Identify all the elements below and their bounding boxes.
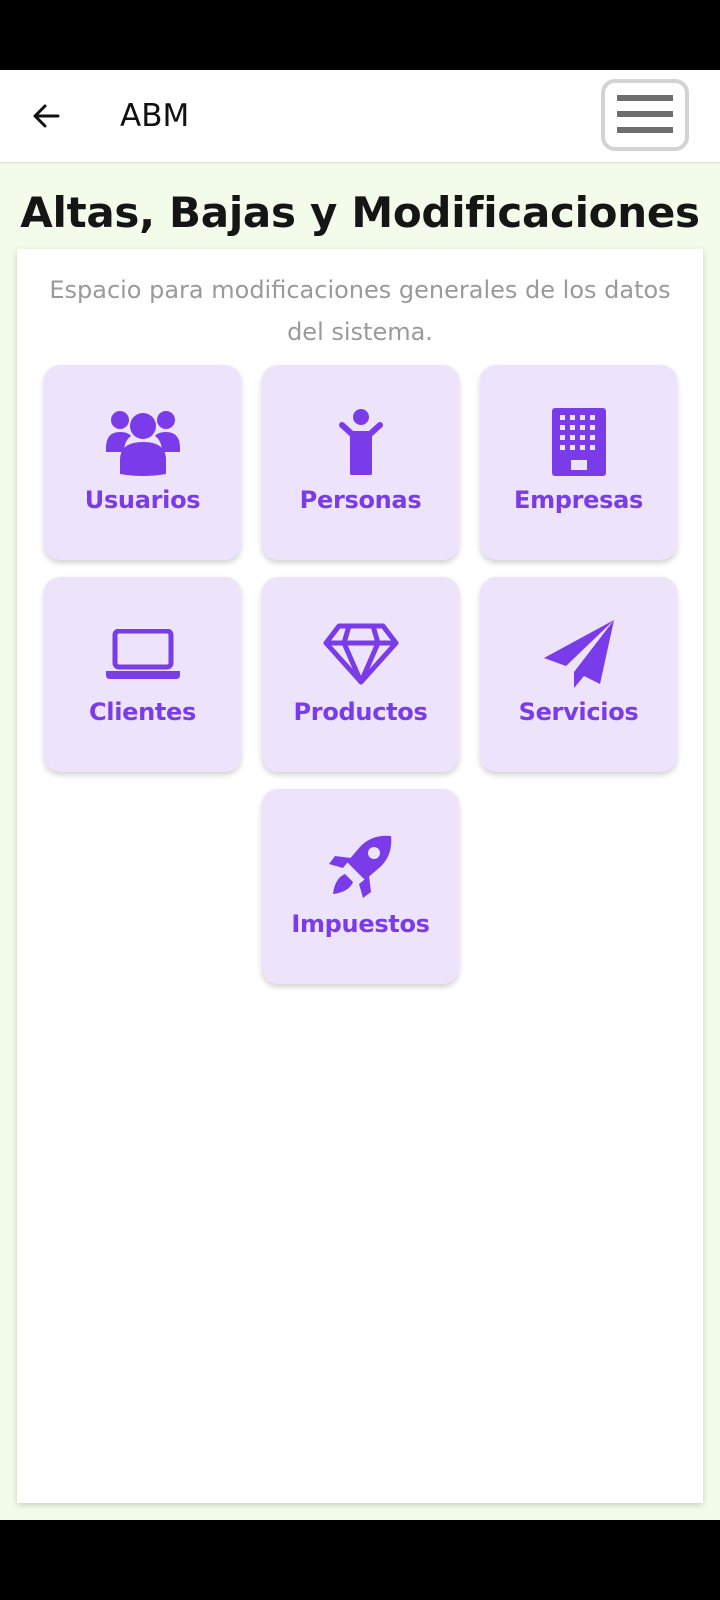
tile-usuarios[interactable]: Usuarios bbox=[44, 365, 241, 560]
page-title: Altas, Bajas y Modificaciones bbox=[20, 188, 700, 237]
app-bar: ABM bbox=[0, 70, 720, 162]
tile-empresas[interactable]: Empresas bbox=[480, 365, 677, 560]
building-icon bbox=[551, 408, 606, 476]
laptop-icon bbox=[105, 629, 180, 679]
person-icon bbox=[338, 409, 383, 475]
tile-label: Usuarios bbox=[84, 486, 201, 514]
abm-panel: Espacio para modificaciones generales de… bbox=[17, 249, 703, 1503]
users-icon bbox=[105, 411, 180, 476]
tile-personas[interactable]: Personas bbox=[262, 365, 459, 560]
tile-label: Productos bbox=[293, 698, 428, 726]
tile-productos[interactable]: Productos bbox=[262, 577, 459, 772]
tile-servicios[interactable]: Servicios bbox=[480, 577, 677, 772]
tile-label: Personas bbox=[299, 486, 422, 514]
status-bar bbox=[0, 0, 720, 70]
panel-description: Espacio para modificaciones generales de… bbox=[49, 276, 671, 346]
paper-plane-icon bbox=[543, 620, 614, 688]
tile-label: Clientes bbox=[88, 698, 197, 726]
tile-clientes[interactable]: Clientes bbox=[44, 577, 241, 772]
hamburger-menu-icon bbox=[617, 95, 673, 133]
menu-button[interactable] bbox=[601, 79, 689, 151]
diamond-icon bbox=[323, 623, 398, 685]
rocket-icon bbox=[328, 835, 391, 898]
tile-label: Servicios bbox=[518, 698, 639, 726]
app-title: ABM bbox=[120, 98, 190, 134]
back-button[interactable] bbox=[20, 90, 72, 142]
tile-label: Empresas bbox=[513, 486, 644, 514]
system-navigation-bar bbox=[0, 1520, 720, 1600]
tile-impuestos[interactable]: Impuestos bbox=[262, 789, 459, 984]
tile-label: Impuestos bbox=[291, 910, 430, 938]
arrow-left-icon bbox=[33, 104, 60, 128]
